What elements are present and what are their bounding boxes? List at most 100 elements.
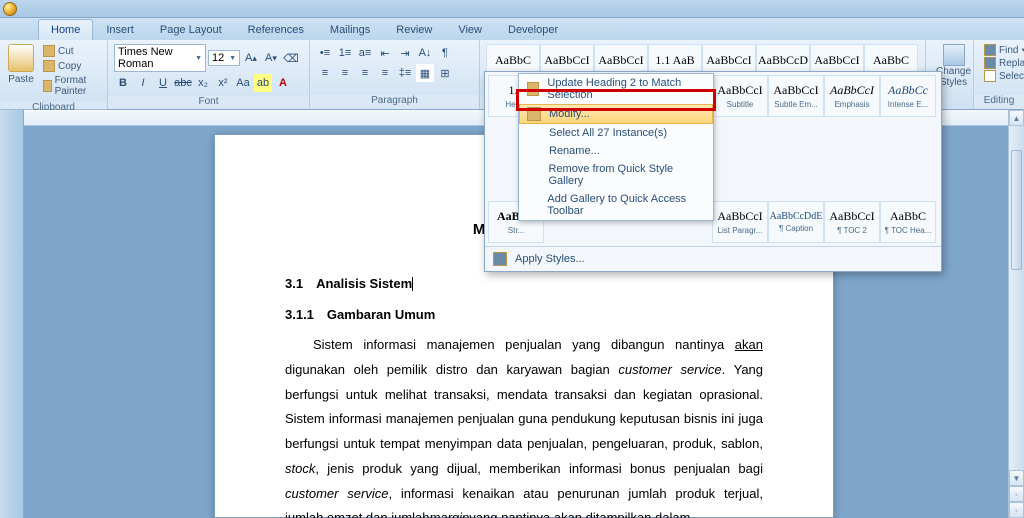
menu-label: Apply Styles... bbox=[515, 253, 585, 265]
clear-formatting-button[interactable]: ⌫ bbox=[282, 49, 300, 67]
shrink-font-button[interactable]: A▾ bbox=[262, 49, 280, 67]
find-button[interactable]: Find ▾ bbox=[982, 44, 1024, 56]
tab-insert[interactable]: Insert bbox=[93, 19, 147, 40]
copy-icon bbox=[43, 60, 55, 72]
menu-remove-gallery[interactable]: Remove from Quick Style Gallery bbox=[519, 160, 713, 190]
show-marks-button[interactable]: ¶ bbox=[436, 44, 454, 62]
font-name-value: Times New Roman bbox=[118, 46, 195, 70]
update-icon bbox=[527, 82, 539, 96]
tab-home[interactable]: Home bbox=[38, 19, 93, 40]
sort-button[interactable]: A↓ bbox=[416, 44, 434, 62]
italic-button[interactable]: I bbox=[134, 74, 152, 92]
select-icon bbox=[984, 70, 996, 82]
align-left-button[interactable]: ≡ bbox=[316, 64, 334, 82]
group-paragraph: •≡ 1≡ a≡ ⇤ ⇥ A↓ ¶ ≡ ≡ ≡ ≡ ‡≡ ▦ ⊞ bbox=[310, 40, 480, 109]
bold-button[interactable]: B bbox=[114, 74, 132, 92]
borders-button[interactable]: ⊞ bbox=[436, 64, 454, 82]
menu-label: Update Heading 2 to Match Selection bbox=[547, 77, 705, 101]
paragraph-group-label: Paragraph bbox=[310, 95, 479, 109]
styles-dropdown-footer: Apply Styles... bbox=[485, 246, 941, 271]
grow-font-button[interactable]: A▴ bbox=[242, 49, 260, 67]
tab-developer[interactable]: Developer bbox=[495, 19, 571, 40]
font-size-combo[interactable]: 12▼ bbox=[208, 50, 240, 66]
chevron-down-icon: ▼ bbox=[195, 55, 202, 62]
menu-update-match[interactable]: Update Heading 2 to Match Selection bbox=[519, 74, 713, 104]
style-item[interactable]: AaBbCcISubtitle bbox=[712, 75, 768, 117]
tab-references[interactable]: References bbox=[235, 19, 317, 40]
tab-view[interactable]: View bbox=[445, 19, 495, 40]
menu-label: Rename... bbox=[549, 145, 600, 157]
prev-page-button[interactable]: ◦ bbox=[1009, 486, 1024, 502]
justify-button[interactable]: ≡ bbox=[376, 64, 394, 82]
tab-page-layout[interactable]: Page Layout bbox=[147, 19, 235, 40]
cut-label: Cut bbox=[58, 46, 74, 57]
style-item[interactable]: AaBbCcI¶ TOC 2 bbox=[824, 201, 880, 243]
strikethrough-button[interactable]: abc bbox=[174, 74, 192, 92]
style-item[interactable]: AaBbCcIList Paragr... bbox=[712, 201, 768, 243]
menu-rename[interactable]: Rename... bbox=[519, 142, 713, 160]
align-center-button[interactable]: ≡ bbox=[336, 64, 354, 82]
styles-gallery-extended: 1.1 Hea... Update Heading 2 to Match Sel… bbox=[485, 72, 941, 246]
office-orb-icon[interactable] bbox=[3, 2, 17, 16]
group-editing: Find ▾ Replace Select ▾ Editing bbox=[974, 40, 1024, 109]
menu-select-all[interactable]: Select All 27 Instance(s) bbox=[519, 124, 713, 142]
modify-icon bbox=[527, 107, 541, 121]
change-case-button[interactable]: Aa bbox=[234, 74, 252, 92]
replace-icon bbox=[984, 57, 996, 69]
menu-label: Remove from Quick Style Gallery bbox=[548, 163, 705, 187]
tab-mailings[interactable]: Mailings bbox=[317, 19, 383, 40]
menu-add-qat[interactable]: Add Gallery to Quick Access Toolbar bbox=[519, 190, 713, 220]
superscript-button[interactable]: x² bbox=[214, 74, 232, 92]
style-context-menu: Update Heading 2 to Match Selection Modi… bbox=[518, 73, 714, 221]
style-item[interactable]: AaBbCcDdE¶ Caption bbox=[768, 201, 824, 243]
vertical-ruler bbox=[0, 110, 24, 518]
style-item[interactable]: AaBbCcIntense E... bbox=[880, 75, 936, 117]
underline-button[interactable]: U bbox=[154, 74, 172, 92]
scroll-up-button[interactable]: ▲ bbox=[1009, 110, 1024, 126]
multilevel-button[interactable]: a≡ bbox=[356, 44, 374, 62]
tab-review[interactable]: Review bbox=[383, 19, 445, 40]
style-item[interactable]: AaBbCcISubtle Em... bbox=[768, 75, 824, 117]
copy-button[interactable]: Copy bbox=[40, 59, 101, 73]
increase-indent-button[interactable]: ⇥ bbox=[396, 44, 414, 62]
menu-label: Modify... bbox=[549, 108, 590, 120]
next-page-button[interactable]: ◦ bbox=[1009, 502, 1024, 518]
cut-button[interactable]: Cut bbox=[40, 44, 101, 58]
select-label: Select bbox=[999, 71, 1024, 82]
paste-icon bbox=[8, 44, 34, 72]
style-item[interactable]: AaBbC¶ TOC Hea... bbox=[880, 201, 936, 243]
line-spacing-button[interactable]: ‡≡ bbox=[396, 64, 414, 82]
format-painter-label: Format Painter bbox=[55, 75, 98, 97]
menu-apply-styles[interactable]: Apply Styles... bbox=[485, 249, 941, 269]
scissors-icon bbox=[43, 45, 55, 57]
bullets-button[interactable]: •≡ bbox=[316, 44, 334, 62]
font-group-label: Font bbox=[108, 96, 309, 109]
select-button[interactable]: Select ▾ bbox=[982, 70, 1024, 82]
style-item[interactable]: AaBbCcIEmphasis bbox=[824, 75, 880, 117]
highlight-button[interactable]: ab bbox=[254, 74, 272, 92]
format-painter-button[interactable]: Format Painter bbox=[40, 74, 101, 98]
heading-3-1-1: 3.1.1 Gambaran Umum bbox=[285, 303, 763, 328]
scroll-down-button[interactable]: ▼ bbox=[1009, 470, 1024, 486]
text-cursor bbox=[412, 277, 413, 291]
copy-label: Copy bbox=[58, 61, 81, 72]
shading-button[interactable]: ▦ bbox=[416, 64, 434, 82]
heading-3-1: 3.1 Analisis Sistem bbox=[285, 272, 763, 297]
editing-group-label: Editing bbox=[974, 95, 1024, 109]
apply-styles-icon bbox=[493, 252, 507, 266]
font-size-value: 12 bbox=[212, 52, 224, 64]
body-paragraph: Sistem informasi manajemen penjualan yan… bbox=[285, 333, 763, 518]
font-color-button[interactable]: A bbox=[274, 74, 292, 92]
replace-button[interactable]: Replace bbox=[982, 57, 1024, 69]
scroll-thumb[interactable] bbox=[1011, 150, 1022, 270]
decrease-indent-button[interactable]: ⇤ bbox=[376, 44, 394, 62]
subscript-button[interactable]: x₂ bbox=[194, 74, 212, 92]
paste-button[interactable]: Paste bbox=[4, 42, 38, 87]
menu-modify[interactable]: Modify... bbox=[519, 104, 713, 124]
vertical-scrollbar[interactable]: ▲ ▼ ◦ ◦ bbox=[1008, 110, 1024, 518]
titlebar bbox=[0, 0, 1024, 18]
font-name-combo[interactable]: Times New Roman▼ bbox=[114, 44, 206, 72]
numbering-button[interactable]: 1≡ bbox=[336, 44, 354, 62]
ribbon-tabs: Home Insert Page Layout References Maili… bbox=[0, 18, 1024, 40]
align-right-button[interactable]: ≡ bbox=[356, 64, 374, 82]
